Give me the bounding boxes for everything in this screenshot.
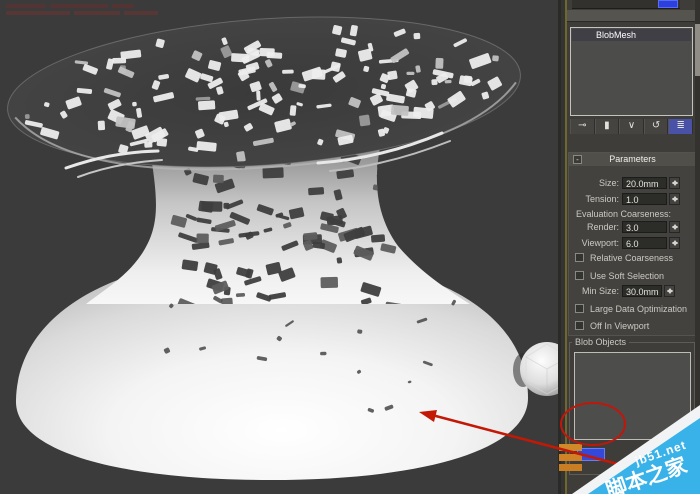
param-row-viewport: Viewport: 6.0: [569, 237, 696, 250]
size-field[interactable]: 20.0mm: [622, 177, 667, 189]
viewport-field[interactable]: 6.0: [622, 237, 667, 249]
param-row-min-size: Min Size: 30.0mm: [569, 285, 696, 298]
large-data-optimization-checkbox[interactable]: [575, 304, 584, 313]
large-data-optimization-label: Large Data Optimization: [590, 304, 688, 314]
size-label: Size:: [598, 178, 619, 188]
pin-stack-button[interactable]: ⊸: [570, 119, 595, 134]
make-unique-icon: ∨: [627, 120, 636, 131]
use-soft-selection-checkbox[interactable]: [575, 271, 584, 280]
pin-stack-icon: ⊸: [578, 120, 587, 131]
remove-modifier-button[interactable]: ↺: [643, 119, 669, 134]
remove-modifier-icon: ↺: [651, 120, 661, 131]
dropdown-button[interactable]: [658, 0, 678, 8]
configure-modifier-sets-button[interactable]: ≣: [668, 119, 693, 134]
tension-field[interactable]: 1.0: [622, 193, 667, 205]
parameters-rollout: - Parameters Size: 20.0mm Tension: 1.0 E…: [568, 152, 697, 336]
tension-spinner[interactable]: [669, 193, 680, 205]
evaluation-coarseness-label: Evaluation Coarseness:: [575, 209, 671, 219]
parameters-rollout-header[interactable]: - Parameters: [569, 153, 696, 166]
stack-item-blobmesh[interactable]: BlobMesh: [572, 29, 691, 41]
viewport-spinner[interactable]: [669, 237, 680, 249]
off-in-viewport-checkbox[interactable]: [575, 321, 584, 330]
min-size-label: Min Size:: [581, 286, 619, 296]
param-row-tension: Tension: 1.0: [569, 193, 696, 206]
modifier-stack-list[interactable]: BlobMesh: [570, 27, 693, 116]
panel-scrollbar-thumb[interactable]: [695, 24, 700, 76]
configure-modifier-sets-icon: ≣: [676, 120, 685, 131]
show-end-result-button[interactable]: ▮: [594, 119, 620, 134]
min-size-spinner[interactable]: [664, 285, 675, 297]
viewport[interactable]: [0, 0, 567, 494]
relative-coarseness-label: Relative Coarseness: [590, 253, 674, 263]
param-row-size: Size: 20.0mm: [569, 177, 696, 190]
blob-objects-add-button[interactable]: [577, 448, 605, 461]
parameters-title: Parameters: [609, 154, 656, 164]
use-soft-selection-label: Use Soft Selection: [590, 271, 665, 281]
blob-objects-label: Blob Objects: [572, 337, 630, 347]
viewport-canvas: [0, 0, 567, 494]
tension-label: Tension:: [585, 194, 619, 204]
stack-toolbar: ⊸ ▮ ∨ ↺ ≣: [570, 119, 693, 134]
make-unique-button[interactable]: ∨: [619, 119, 644, 134]
collapse-icon[interactable]: -: [573, 155, 582, 164]
panel-divider-band: [567, 10, 700, 22]
show-end-result-icon: ▮: [604, 120, 610, 131]
param-row-render: Render: 3.0: [569, 221, 696, 234]
application-window: BlobMesh ⊸ ▮ ∨ ↺ ≣ - Parameters Size: 20…: [0, 0, 700, 494]
size-spinner[interactable]: [669, 177, 680, 189]
render-label: Render:: [586, 222, 619, 232]
relative-coarseness-checkbox[interactable]: [575, 253, 584, 262]
modifier-list-dropdown[interactable]: [572, 0, 680, 9]
viewport-label: Viewport:: [581, 238, 619, 248]
min-size-field[interactable]: 30.0mm: [622, 285, 662, 297]
render-field[interactable]: 3.0: [622, 221, 667, 233]
off-in-viewport-label: Off In Viewport: [590, 321, 650, 331]
render-spinner[interactable]: [669, 221, 680, 233]
